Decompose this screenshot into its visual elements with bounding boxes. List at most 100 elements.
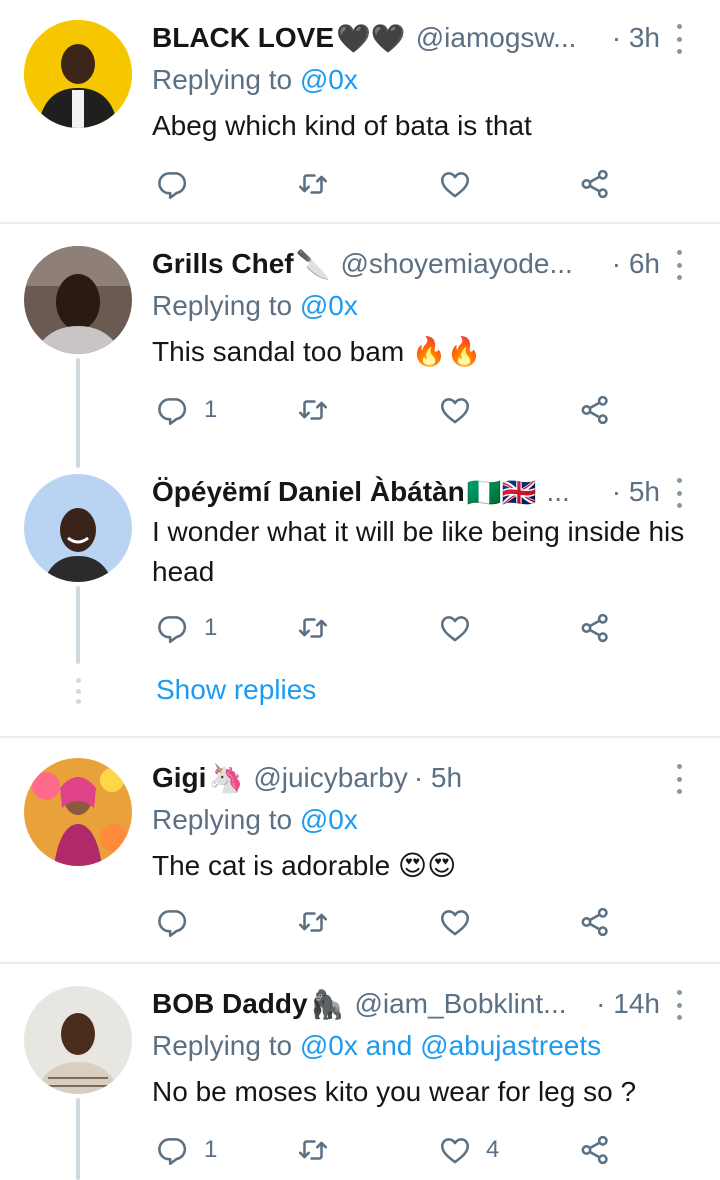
reply-button[interactable]	[156, 902, 204, 942]
show-replies-link[interactable]: Show replies	[156, 674, 316, 706]
display-name[interactable]: Grills Chef	[152, 248, 294, 280]
thread-line	[76, 358, 80, 468]
display-name[interactable]: BOB Daddy	[152, 988, 308, 1020]
name-emoji: 🦄	[208, 762, 244, 794]
share-icon	[581, 395, 608, 425]
more-vertical-icon[interactable]	[674, 478, 684, 508]
name-emoji: 🔪	[295, 248, 331, 280]
reply-button[interactable]: 1	[156, 390, 217, 430]
tweet-actions	[152, 164, 632, 204]
tweet-5[interactable]: BOB Daddy 🦍 @iam_Bobklint... · 14h Reply…	[0, 964, 720, 1180]
retweet-button[interactable]	[296, 164, 330, 204]
share-icon	[581, 169, 608, 199]
reply-icon	[158, 1138, 187, 1166]
replying-to-label: Replying to	[152, 804, 293, 835]
timestamp[interactable]: · 6h	[602, 248, 660, 280]
avatar[interactable]	[24, 20, 132, 128]
tweet-actions: 1	[152, 608, 632, 648]
retweet-icon	[298, 1140, 328, 1160]
more-vertical-icon[interactable]	[674, 250, 684, 280]
retweet-icon	[298, 174, 328, 194]
share-button[interactable]	[578, 608, 612, 648]
share-button[interactable]	[578, 164, 612, 204]
replying-to-label: Replying to	[152, 1030, 293, 1061]
reply-button[interactable]: 1	[156, 1130, 217, 1170]
retweet-icon	[298, 618, 328, 638]
avatar[interactable]	[24, 474, 132, 582]
like-button[interactable]	[438, 390, 486, 430]
tweet-4[interactable]: Gigi 🦄 @juicybarby · 5h Replying to @0x …	[0, 738, 720, 962]
reply-count: 1	[204, 614, 218, 641]
share-button[interactable]	[578, 902, 612, 942]
timestamp[interactable]: · 3h	[602, 22, 660, 54]
tweet-1[interactable]: BLACK LOVE 🖤🖤 @iamogsw... · 3h Replying …	[0, 0, 720, 222]
name-emoji: 🖤🖤	[336, 22, 406, 54]
user-handle[interactable]: @iamogsw...	[416, 22, 577, 54]
tweet-3[interactable]: Öpéyëmí Daniel Àbátàn 🇳🇬🇬🇧 ... · 5h I wo…	[0, 464, 720, 736]
replying-to: Replying to @0x	[152, 64, 358, 96]
mention-link[interactable]: @0x	[300, 290, 358, 321]
retweet-button[interactable]	[296, 608, 330, 648]
user-handle[interactable]: @juicybarby	[253, 762, 407, 794]
tweet-2[interactable]: Grills Chef 🔪 @shoyemiayode... · 6h Repl…	[0, 224, 720, 468]
replying-to-label: Replying to	[152, 64, 293, 95]
reply-icon	[158, 910, 187, 938]
replying-to-label: Replying to	[152, 290, 293, 321]
retweet-button[interactable]	[296, 902, 330, 942]
share-button[interactable]	[578, 390, 612, 430]
display-name[interactable]: BLACK LOVE	[152, 22, 334, 54]
user-handle[interactable]: @iam_Bobklint...	[354, 988, 566, 1020]
more-vertical-icon[interactable]	[674, 24, 684, 54]
share-icon	[581, 907, 608, 937]
reply-button[interactable]	[156, 164, 204, 204]
heart-icon	[440, 172, 470, 198]
avatar[interactable]	[24, 758, 132, 866]
replying-to: Replying to @0x	[152, 290, 358, 322]
avatar[interactable]	[24, 246, 132, 354]
like-button[interactable]	[438, 608, 486, 648]
avatar[interactable]	[24, 986, 132, 1094]
mention-link[interactable]: @0x	[300, 64, 358, 95]
heart-icon	[440, 910, 470, 936]
timestamp[interactable]: · 14h	[586, 988, 660, 1020]
replying-to: Replying to @0x	[152, 804, 358, 836]
like-button[interactable]	[438, 164, 486, 204]
retweet-icon	[298, 912, 328, 932]
replying-to: Replying to @0x and @abujastreets	[152, 1030, 601, 1062]
display-name[interactable]: Öpéyëmí Daniel Àbátàn	[152, 476, 465, 508]
like-button[interactable]: 4	[438, 1130, 499, 1170]
tweet-text: I wonder what it will be like being insi…	[152, 516, 685, 587]
more-vertical-icon[interactable]	[674, 990, 684, 1020]
avatar-image	[24, 246, 132, 354]
thread-dots	[75, 678, 81, 704]
timestamp[interactable]: · 5h	[602, 476, 660, 508]
user-handle[interactable]: ...	[547, 476, 570, 508]
reply-icon	[158, 172, 187, 200]
heart-icon	[440, 398, 470, 424]
tweet-text: Abeg which kind of bata is that	[152, 110, 532, 141]
thread-line	[76, 1098, 80, 1180]
mention-link[interactable]: @abujastreets	[420, 1030, 601, 1061]
timestamp[interactable]: · 5h	[414, 762, 462, 794]
share-button[interactable]	[578, 1130, 612, 1170]
display-name[interactable]: Gigi	[152, 762, 206, 794]
avatar-image	[24, 20, 132, 128]
thread-line	[76, 586, 80, 664]
reply-button[interactable]: 1	[156, 608, 217, 648]
avatar-image	[24, 474, 132, 582]
user-handle[interactable]: @shoyemiayode...	[340, 248, 572, 280]
retweet-button[interactable]	[296, 1130, 330, 1170]
more-vertical-icon[interactable]	[674, 764, 684, 794]
reply-icon	[158, 398, 187, 426]
avatar-image	[24, 986, 132, 1094]
mention-link[interactable]: @0x	[300, 804, 358, 835]
mention-link[interactable]: @0x	[300, 1030, 358, 1061]
replying-to-and: and	[365, 1030, 413, 1061]
reply-icon	[158, 616, 187, 644]
like-button[interactable]	[438, 902, 486, 942]
name-emoji: 🦍	[309, 988, 345, 1020]
reply-count: 1	[204, 1136, 218, 1163]
retweet-button[interactable]	[296, 390, 330, 430]
heart-icon	[440, 616, 470, 642]
tweet-text: The cat is adorable 😍😍	[152, 850, 457, 881]
